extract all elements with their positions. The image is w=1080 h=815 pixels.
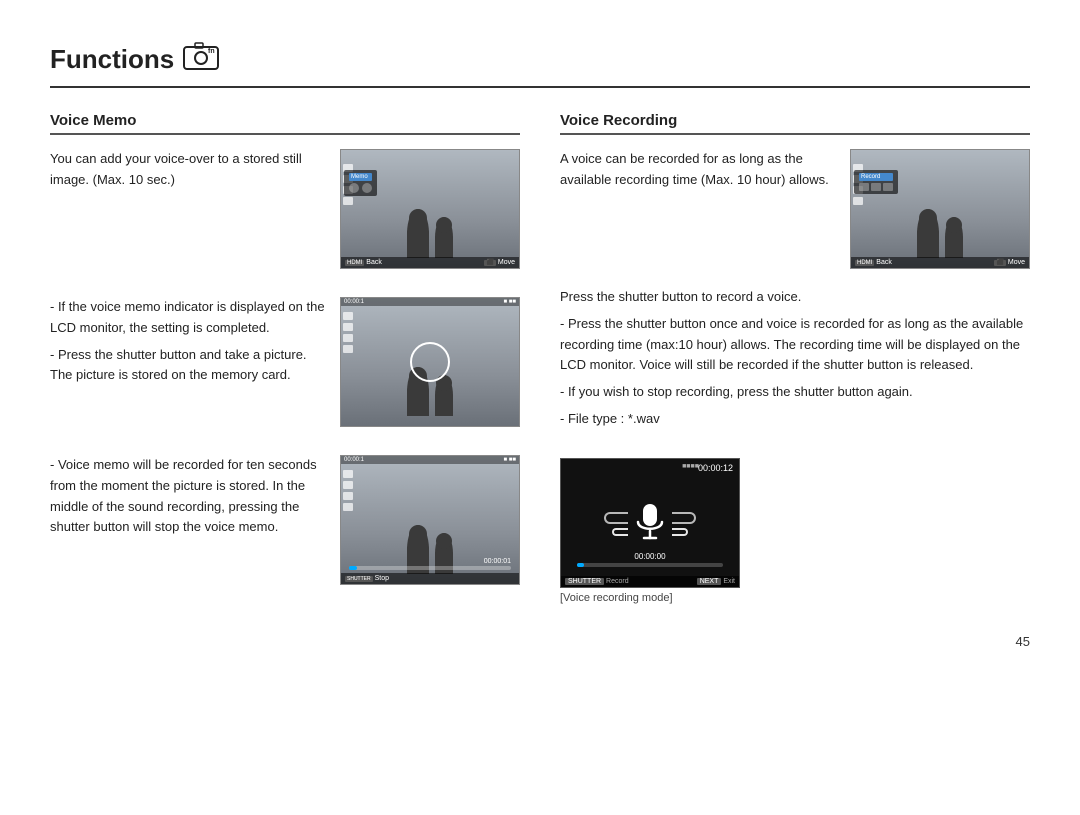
- mic-sound-icon: [604, 502, 696, 546]
- rec-time-bar: 00:00:00: [577, 552, 723, 567]
- voice-rec-intro-row: A voice can be recorded for as long as t…: [560, 149, 1030, 269]
- voice-rec-screen: 00:00:12 ■■■■: [560, 458, 740, 588]
- microphone-svg: [632, 502, 668, 546]
- main-content: Voice Memo You can add your voice-over t…: [50, 112, 1030, 604]
- voice-rec-image-1: Record HDMI Back: [850, 149, 1030, 269]
- voice-rec-bullets: Press the shutter button to record a voi…: [560, 287, 1030, 436]
- voice-recording-title: Voice Recording: [560, 112, 1030, 135]
- voice-memo-column: Voice Memo You can add your voice-over t…: [50, 112, 520, 604]
- voice-memo-bullet3-text: - Voice memo will be recorded for ten se…: [50, 455, 326, 544]
- voice-memo-title: Voice Memo: [50, 112, 520, 135]
- svg-text:fn: fn: [208, 48, 215, 55]
- cam1-back-label: HDMI Back: [345, 259, 382, 266]
- cam1-move-label: ⬛ Move: [484, 259, 515, 266]
- voice-memo-image-1: Memo HDMI Back ⬛: [340, 149, 520, 269]
- voice-rec-screen-section: 00:00:12 ■■■■: [560, 458, 1030, 604]
- voice-memo-bullet1-row: - If the voice memo indicator is display…: [50, 297, 520, 427]
- page-title: Functions fn: [50, 40, 1030, 88]
- page-number: 45: [50, 634, 1030, 649]
- voice-memo-image-2: 00:00:1 ■ ■■: [340, 297, 520, 427]
- menu-item-record: Record: [859, 173, 893, 181]
- voice-rec-bottom-bar: SHUTTER Record NEXT Exit: [561, 576, 739, 587]
- cam2-top-bar: 00:00:1 ■ ■■: [341, 298, 519, 306]
- battery-icon: ■■■■: [682, 463, 699, 470]
- cam3-bottom-bar: SHUTTER Stop: [341, 573, 519, 584]
- timer-area: 00:00:01: [349, 558, 511, 570]
- voice-timer-display: 00:00:12: [698, 463, 733, 473]
- cam-rec1-bottom: HDMI Back ⬛ Move: [851, 257, 1029, 268]
- voice-rec-caption: [Voice recording mode]: [560, 592, 673, 604]
- title-text: Functions: [50, 44, 174, 75]
- camera-icon: fn: [182, 40, 220, 78]
- voice-recording-column: Voice Recording A voice can be recorded …: [560, 112, 1030, 604]
- focus-box: [410, 342, 450, 382]
- voice-rec-intro-text: A voice can be recorded for as long as t…: [560, 149, 836, 197]
- cam3-top-bar: 00:00:1 ■ ■■: [341, 456, 519, 464]
- voice-memo-bullet1-text: - If the voice memo indicator is display…: [50, 297, 326, 392]
- voice-memo-image-3: 00:00:1 ■ ■■ 00:00:01 SHUTTER: [340, 455, 520, 585]
- cam1-bottom-bar: HDMI Back ⬛ Move: [341, 257, 519, 268]
- voice-memo-intro-row: You can add your voice-over to a stored …: [50, 149, 520, 269]
- menu-item-memo: Memo: [349, 173, 372, 181]
- voice-memo-bullet3-row: - Voice memo will be recorded for ten se…: [50, 455, 520, 585]
- voice-memo-intro-text: You can add your voice-over to a stored …: [50, 149, 326, 197]
